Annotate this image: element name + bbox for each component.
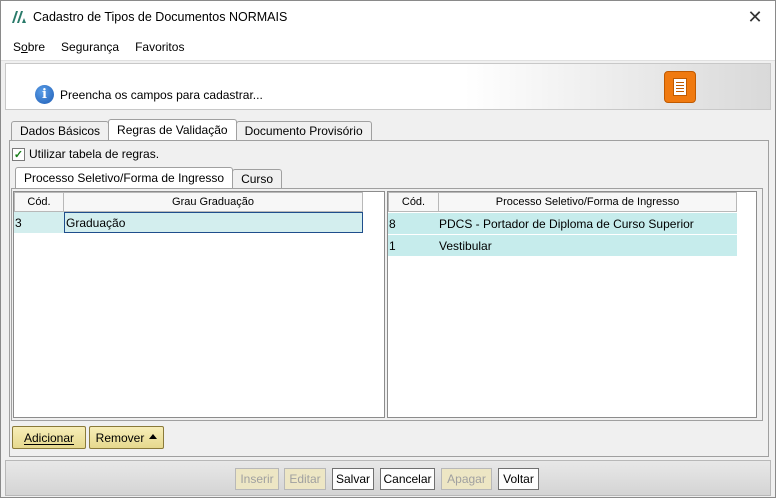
caret-up-icon [149,434,158,439]
window-title: Cadastro de Tipos de Documentos NORMAIS [33,10,288,24]
tab-dados-basicos[interactable]: Dados Básicos [11,121,110,140]
banner-message: Preencha os campos para cadastrar... [60,88,263,102]
cell-cod[interactable]: 3 [14,212,64,233]
column-header-cod[interactable]: Cód. [388,192,439,212]
inner-tab-strip: Processo Seletivo/Forma de Ingresso Curs… [15,167,283,188]
table-row[interactable]: 1 Vestibular [388,235,756,256]
cell-processo[interactable]: PDCS - Portador de Diploma de Curso Supe… [438,213,737,234]
tab-curso[interactable]: Curso [232,169,283,188]
cell-cod[interactable]: 8 [388,213,438,234]
use-rules-label: Utilizar tabela de regras. [29,147,160,161]
menu-item-sobre[interactable]: Sobre [13,40,45,54]
table-row[interactable]: 3 Graduação [14,212,384,233]
tab-documento-provisorio[interactable]: Documento Provisório [235,121,372,140]
menu-bar: Sobre Segurança Favoritos [1,33,775,61]
table-row[interactable]: 8 PDCS - Portador de Diploma de Curso Su… [388,213,756,234]
app-logo-icon [12,11,26,23]
cell-cod[interactable]: 1 [388,235,438,256]
outer-tab-strip: Dados Básicos Regras de Validação Docume… [11,119,372,140]
insert-button[interactable]: Inserir [235,468,279,490]
use-rules-checkbox-row[interactable]: ✓ Utilizar tabela de regras. [12,147,159,161]
menu-item-favoritos[interactable]: Favoritos [135,40,184,54]
grau-graduacao-grid[interactable]: Cód. Grau Graduação 3 Graduação [13,191,385,418]
grid-header: Cód. Processo Seletivo/Forma de Ingresso [388,192,756,212]
info-icon: i [35,85,54,104]
cell-grau[interactable]: Graduação [64,212,363,233]
document-icon[interactable] [664,71,696,103]
cell-processo[interactable]: Vestibular [438,235,737,256]
delete-button[interactable]: Apagar [441,468,492,490]
close-icon[interactable]: ✕ [743,6,767,28]
save-button[interactable]: Salvar [332,468,374,490]
column-header-cod[interactable]: Cód. [14,192,64,212]
tab-regras-de-validacao[interactable]: Regras de Validação [108,119,237,140]
use-rules-checkbox[interactable]: ✓ [12,147,25,161]
menu-item-seguranca[interactable]: Segurança [61,40,119,54]
remove-button-label: Remover [95,430,145,445]
title-bar: Cadastro de Tipos de Documentos NORMAIS … [1,1,775,33]
cancel-button[interactable]: Cancelar [380,468,435,490]
main-window: Cadastro de Tipos de Documentos NORMAIS … [0,0,776,498]
grid-header: Cód. Grau Graduação [14,192,384,212]
column-header-processo-seletivo[interactable]: Processo Seletivo/Forma de Ingresso [438,192,737,212]
tab-processo-seletivo[interactable]: Processo Seletivo/Forma de Ingresso [15,167,234,188]
add-button[interactable]: Adicionar [12,426,86,449]
processo-seletivo-grid[interactable]: Cód. Processo Seletivo/Forma de Ingresso… [387,191,757,418]
column-header-grau-graduacao[interactable]: Grau Graduação [63,192,363,212]
info-banner: i Preencha os campos para cadastrar... [5,63,771,110]
back-button[interactable]: Voltar [498,468,539,490]
add-button-label: Adicionar [23,430,75,445]
remove-button[interactable]: Remover [89,426,164,449]
edit-button[interactable]: Editar [284,468,326,490]
